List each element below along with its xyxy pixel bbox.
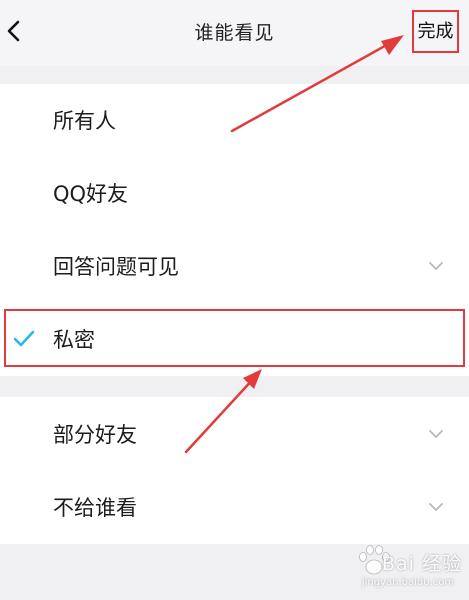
done-button[interactable]: 完成: [412, 10, 459, 53]
option-label: 回答问题可见: [53, 255, 179, 279]
option-answer-question[interactable]: 回答问题可见: [0, 230, 469, 302]
watermark: Bai 经验 jingyan.baidu.com: [354, 541, 464, 593]
watermark-brand: Bai 经验: [382, 553, 462, 575]
check-icon: [13, 330, 35, 347]
chevron-down-icon: [429, 430, 443, 438]
option-label: 不给谁看: [53, 496, 137, 520]
chevron-down-icon: [429, 503, 443, 511]
option-label: 部分好友: [53, 423, 137, 447]
nav-bar: 谁能看见 完成: [0, 0, 469, 66]
chevron-down-icon: [429, 262, 443, 270]
watermark-url: jingyan.baidu.com: [361, 577, 455, 588]
option-label: 私密: [53, 328, 95, 352]
visibility-options-group-1: 所有人 QQ好友 回答问题可见 私密: [0, 84, 469, 376]
option-private[interactable]: 私密: [0, 303, 469, 375]
option-qq-friends[interactable]: QQ好友: [0, 157, 469, 229]
option-hide-from[interactable]: 不给谁看: [0, 471, 469, 543]
page-title: 谁能看见: [194, 22, 275, 44]
option-everyone[interactable]: 所有人: [0, 84, 469, 156]
option-label: QQ好友: [53, 182, 129, 206]
option-label: 所有人: [53, 109, 116, 133]
visibility-options-group-2: 部分好友 不给谁看: [0, 397, 469, 544]
option-some-friends[interactable]: 部分好友: [0, 398, 469, 470]
